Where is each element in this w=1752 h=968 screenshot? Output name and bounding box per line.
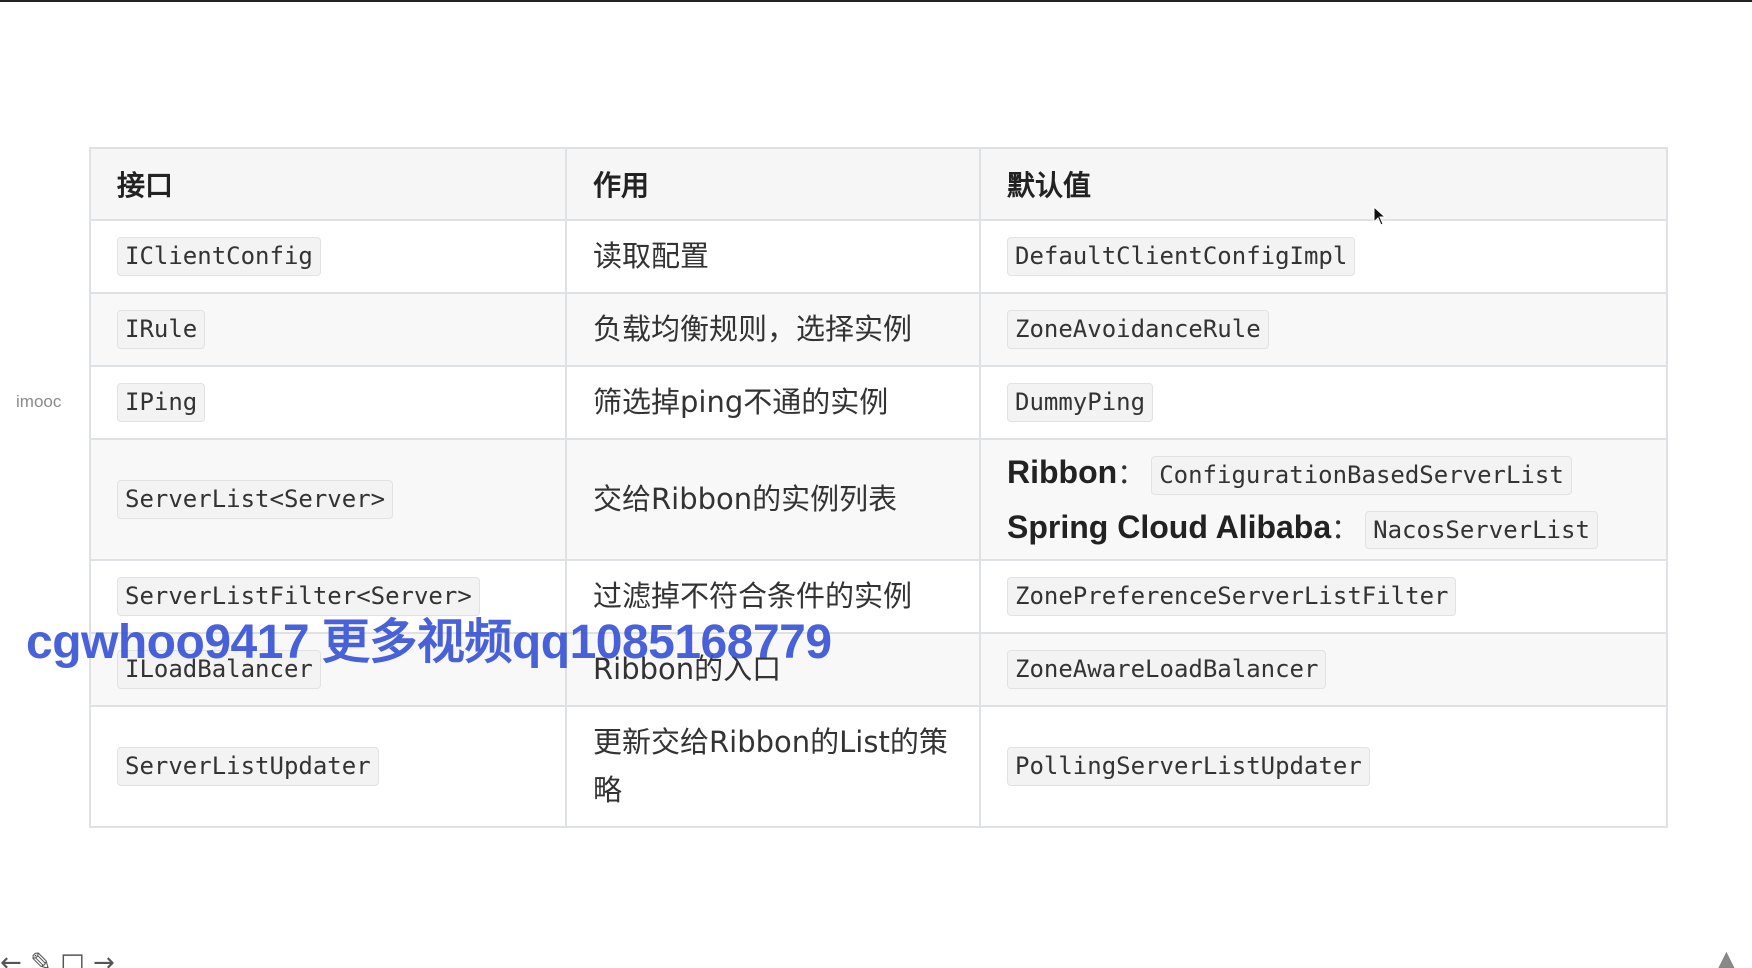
default-line-sca: Spring Cloud Alibaba： NacosServerList [1007, 500, 1640, 554]
interface-cell: IRule [89, 292, 567, 367]
interface-code: IClientConfig [117, 237, 321, 276]
purpose-cell: 读取配置 [565, 219, 981, 294]
colon: ： [1117, 457, 1146, 491]
brand-logo-icon: ▲ [1714, 944, 1738, 968]
interface-table: 接口 作用 默认值 IClientConfig 读取配置 DefaultClie… [89, 147, 1668, 828]
default-code: ConfigurationBasedServerList [1151, 456, 1572, 495]
interface-cell: IClientConfig [89, 219, 567, 294]
default-code: NacosServerList [1365, 510, 1598, 550]
purpose-cell: 更新交给Ribbon的List的策略 [565, 705, 981, 828]
purpose-cell: 交给Ribbon的实例列表 [565, 438, 981, 561]
default-cell: PollingServerListUpdater [979, 705, 1668, 828]
interface-cell: ServerList<Server> [89, 438, 567, 561]
default-line-ribbon: Ribbon： ConfigurationBasedServerList [1007, 445, 1640, 499]
colon: ： [1331, 511, 1360, 545]
top-rule [0, 0, 1752, 2]
default-code: ZoneAvoidanceRule [1007, 310, 1269, 349]
default-code: ZoneAwareLoadBalancer [1007, 650, 1327, 689]
default-cell: Ribbon： ConfigurationBasedServerList Spri… [979, 438, 1668, 561]
interface-code: IPing [117, 383, 206, 422]
default-code: DefaultClientConfigImpl [1007, 237, 1356, 276]
forward-arrow-icon[interactable]: → [93, 948, 115, 968]
side-label: imooc [16, 392, 62, 411]
default-cell: ZoneAvoidanceRule [979, 292, 1668, 367]
default-cell: DefaultClientConfigImpl [979, 219, 1668, 294]
back-arrow-icon[interactable]: ← [0, 948, 22, 968]
header-interface: 接口 [89, 147, 567, 221]
table-row: IPing 筛选掉ping不通的实例 DummyPing [89, 365, 1668, 440]
header-default: 默认值 [979, 147, 1668, 221]
table-row: ServerList<Server> 交给Ribbon的实例列表 Ribbon：… [89, 438, 1668, 561]
default-cell: DummyPing [979, 365, 1668, 440]
pen-icon[interactable]: ✎ [30, 948, 52, 968]
table-row: IClientConfig 读取配置 DefaultClientConfigIm… [89, 219, 1668, 294]
default-code: DummyPing [1007, 383, 1154, 422]
interface-cell: IPing [89, 365, 567, 440]
table-row: ServerListUpdater 更新交给Ribbon的List的策略 Pol… [89, 705, 1668, 828]
default-code: PollingServerListUpdater [1007, 747, 1370, 786]
interface-code: ServerListUpdater [117, 747, 379, 786]
default-label: Spring Cloud Alibaba [1007, 508, 1332, 545]
default-cell: ZoneAwareLoadBalancer [979, 632, 1668, 707]
mouse-pointer-icon [1373, 206, 1387, 226]
table-header-row: 接口 作用 默认值 [89, 147, 1668, 221]
watermark-overlay: cgwhoo9417 更多视频qq1085168779 [26, 616, 832, 669]
default-cell: ZonePreferenceServerListFilter [979, 559, 1668, 634]
table-row: IRule 负载均衡规则，选择实例 ZoneAvoidanceRule [89, 292, 1668, 367]
bottom-toolbar: ← ✎ □ → [0, 948, 115, 968]
purpose-cell: 负载均衡规则，选择实例 [565, 292, 981, 367]
header-purpose: 作用 [565, 147, 981, 221]
interface-code: IRule [117, 310, 206, 349]
interface-code: ServerList<Server> [117, 480, 394, 519]
purpose-cell: 筛选掉ping不通的实例 [565, 365, 981, 440]
interface-cell: ServerListUpdater [89, 705, 567, 828]
default-code: ZonePreferenceServerListFilter [1007, 577, 1457, 616]
window-icon[interactable]: □ [60, 948, 85, 968]
default-label: Ribbon [1007, 454, 1118, 491]
